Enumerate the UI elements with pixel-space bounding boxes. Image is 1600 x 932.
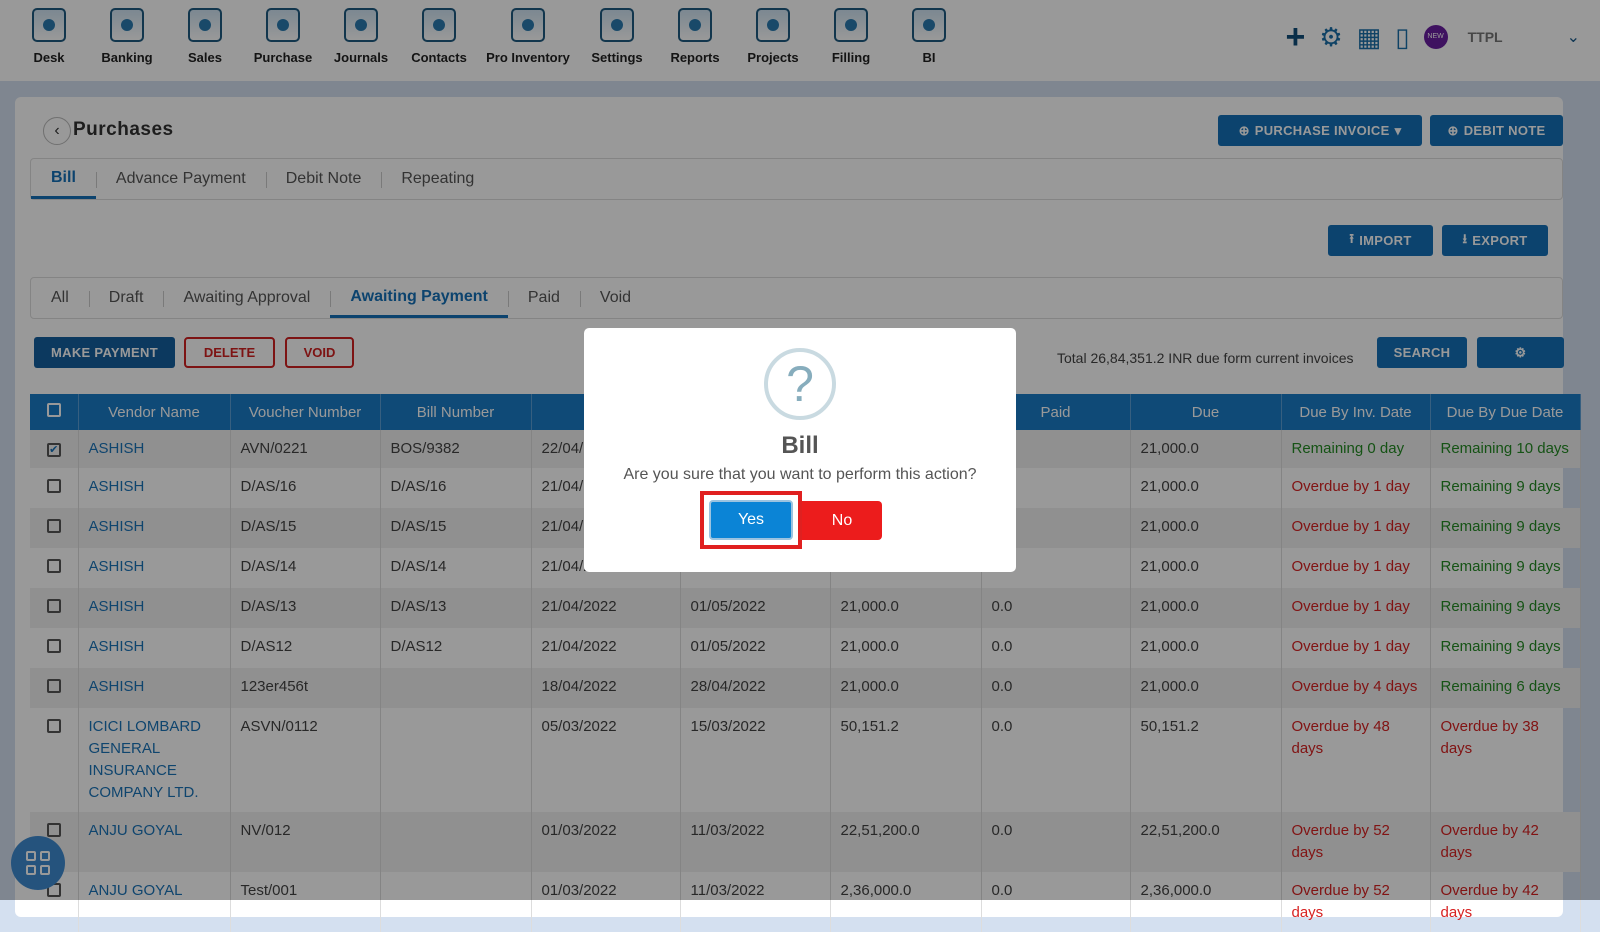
- dialog-message: Are you sure that you want to perform th…: [623, 466, 977, 483]
- yes-button[interactable]: Yes: [709, 500, 793, 540]
- no-button[interactable]: No: [802, 500, 882, 540]
- confirm-dialog: ? Bill Are you sure that you want to per…: [584, 328, 1016, 572]
- dialog-title: Bill: [781, 432, 819, 459]
- yes-highlight: Yes: [700, 491, 802, 549]
- question-icon: ?: [764, 348, 836, 420]
